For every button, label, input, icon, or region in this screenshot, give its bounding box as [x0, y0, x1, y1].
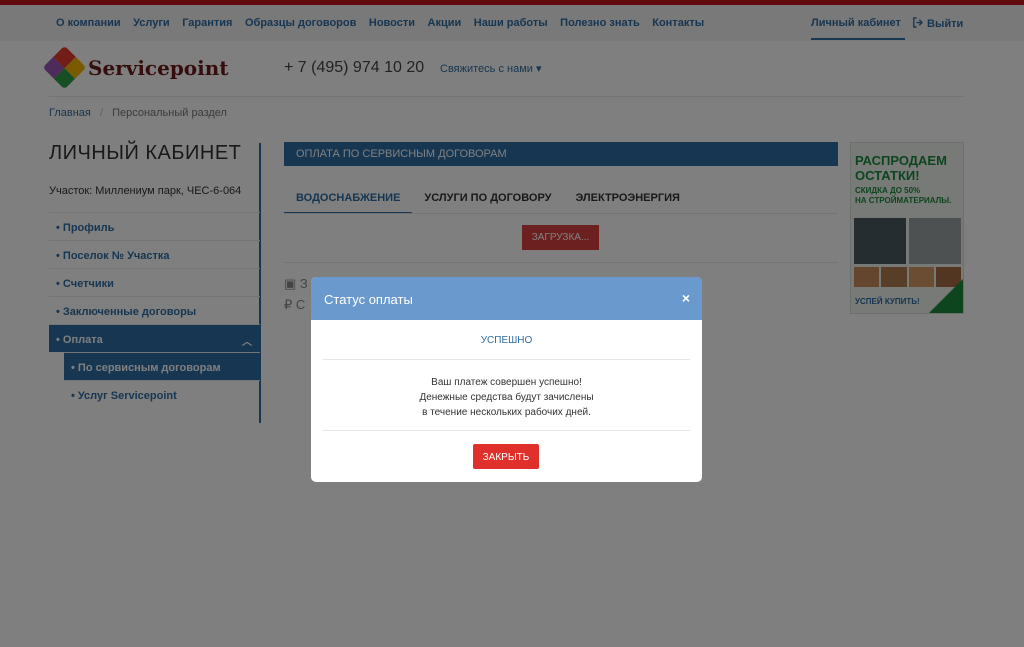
- modal-title: Статус оплаты: [324, 292, 413, 307]
- modal-divider-top: [323, 359, 690, 360]
- modal-message-line1: Ваш платеж совершен успешно!: [431, 377, 582, 388]
- payment-status: УСПЕШНО: [480, 335, 533, 346]
- modal-divider-bottom: [323, 430, 690, 431]
- close-icon[interactable]: ×: [682, 290, 690, 306]
- modal-message: Ваш платеж совершен успешно! Денежные ср…: [311, 375, 702, 420]
- close-button[interactable]: ЗАКРЫТЬ: [473, 444, 539, 469]
- modal-message-line3: в течение нескольких рабочих дней.: [422, 407, 591, 418]
- modal-header: Статус оплаты ×: [311, 277, 702, 320]
- payment-status-modal: Статус оплаты × УСПЕШНО Ваш платеж совер…: [311, 277, 702, 482]
- modal-message-line2: Денежные средства будут зачислены: [419, 392, 594, 403]
